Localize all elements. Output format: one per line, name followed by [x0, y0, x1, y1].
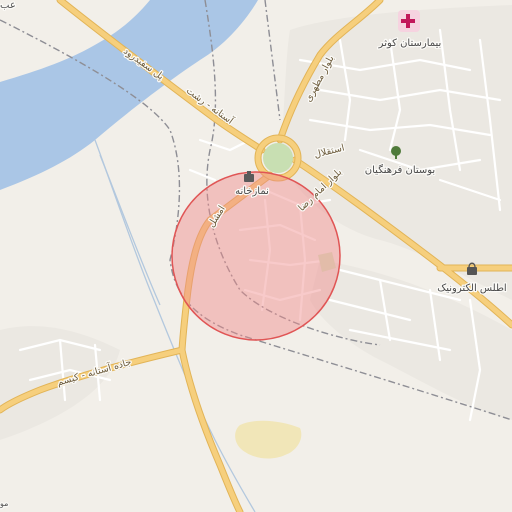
- map-svg[interactable]: بلوار مطهری آستانه - رشت پل سفیدرود استق…: [0, 0, 512, 512]
- edge-label-bottom-left: مو: [0, 499, 8, 508]
- edge-label-top-left: عب: [0, 0, 16, 11]
- poi-label-hospital: بیمارستان کوثر: [378, 38, 442, 49]
- map-canvas[interactable]: بلوار مطهری آستانه - رشت پل سفیدرود استق…: [0, 0, 512, 512]
- poi-label-electronics-shop: اطلس الکترونیک: [437, 283, 506, 294]
- poi-label-prayer-room: نمازخانه: [235, 186, 269, 197]
- hospital-icon: [398, 10, 420, 32]
- poi-label-park: بوستان فرهنگیان: [365, 164, 435, 176]
